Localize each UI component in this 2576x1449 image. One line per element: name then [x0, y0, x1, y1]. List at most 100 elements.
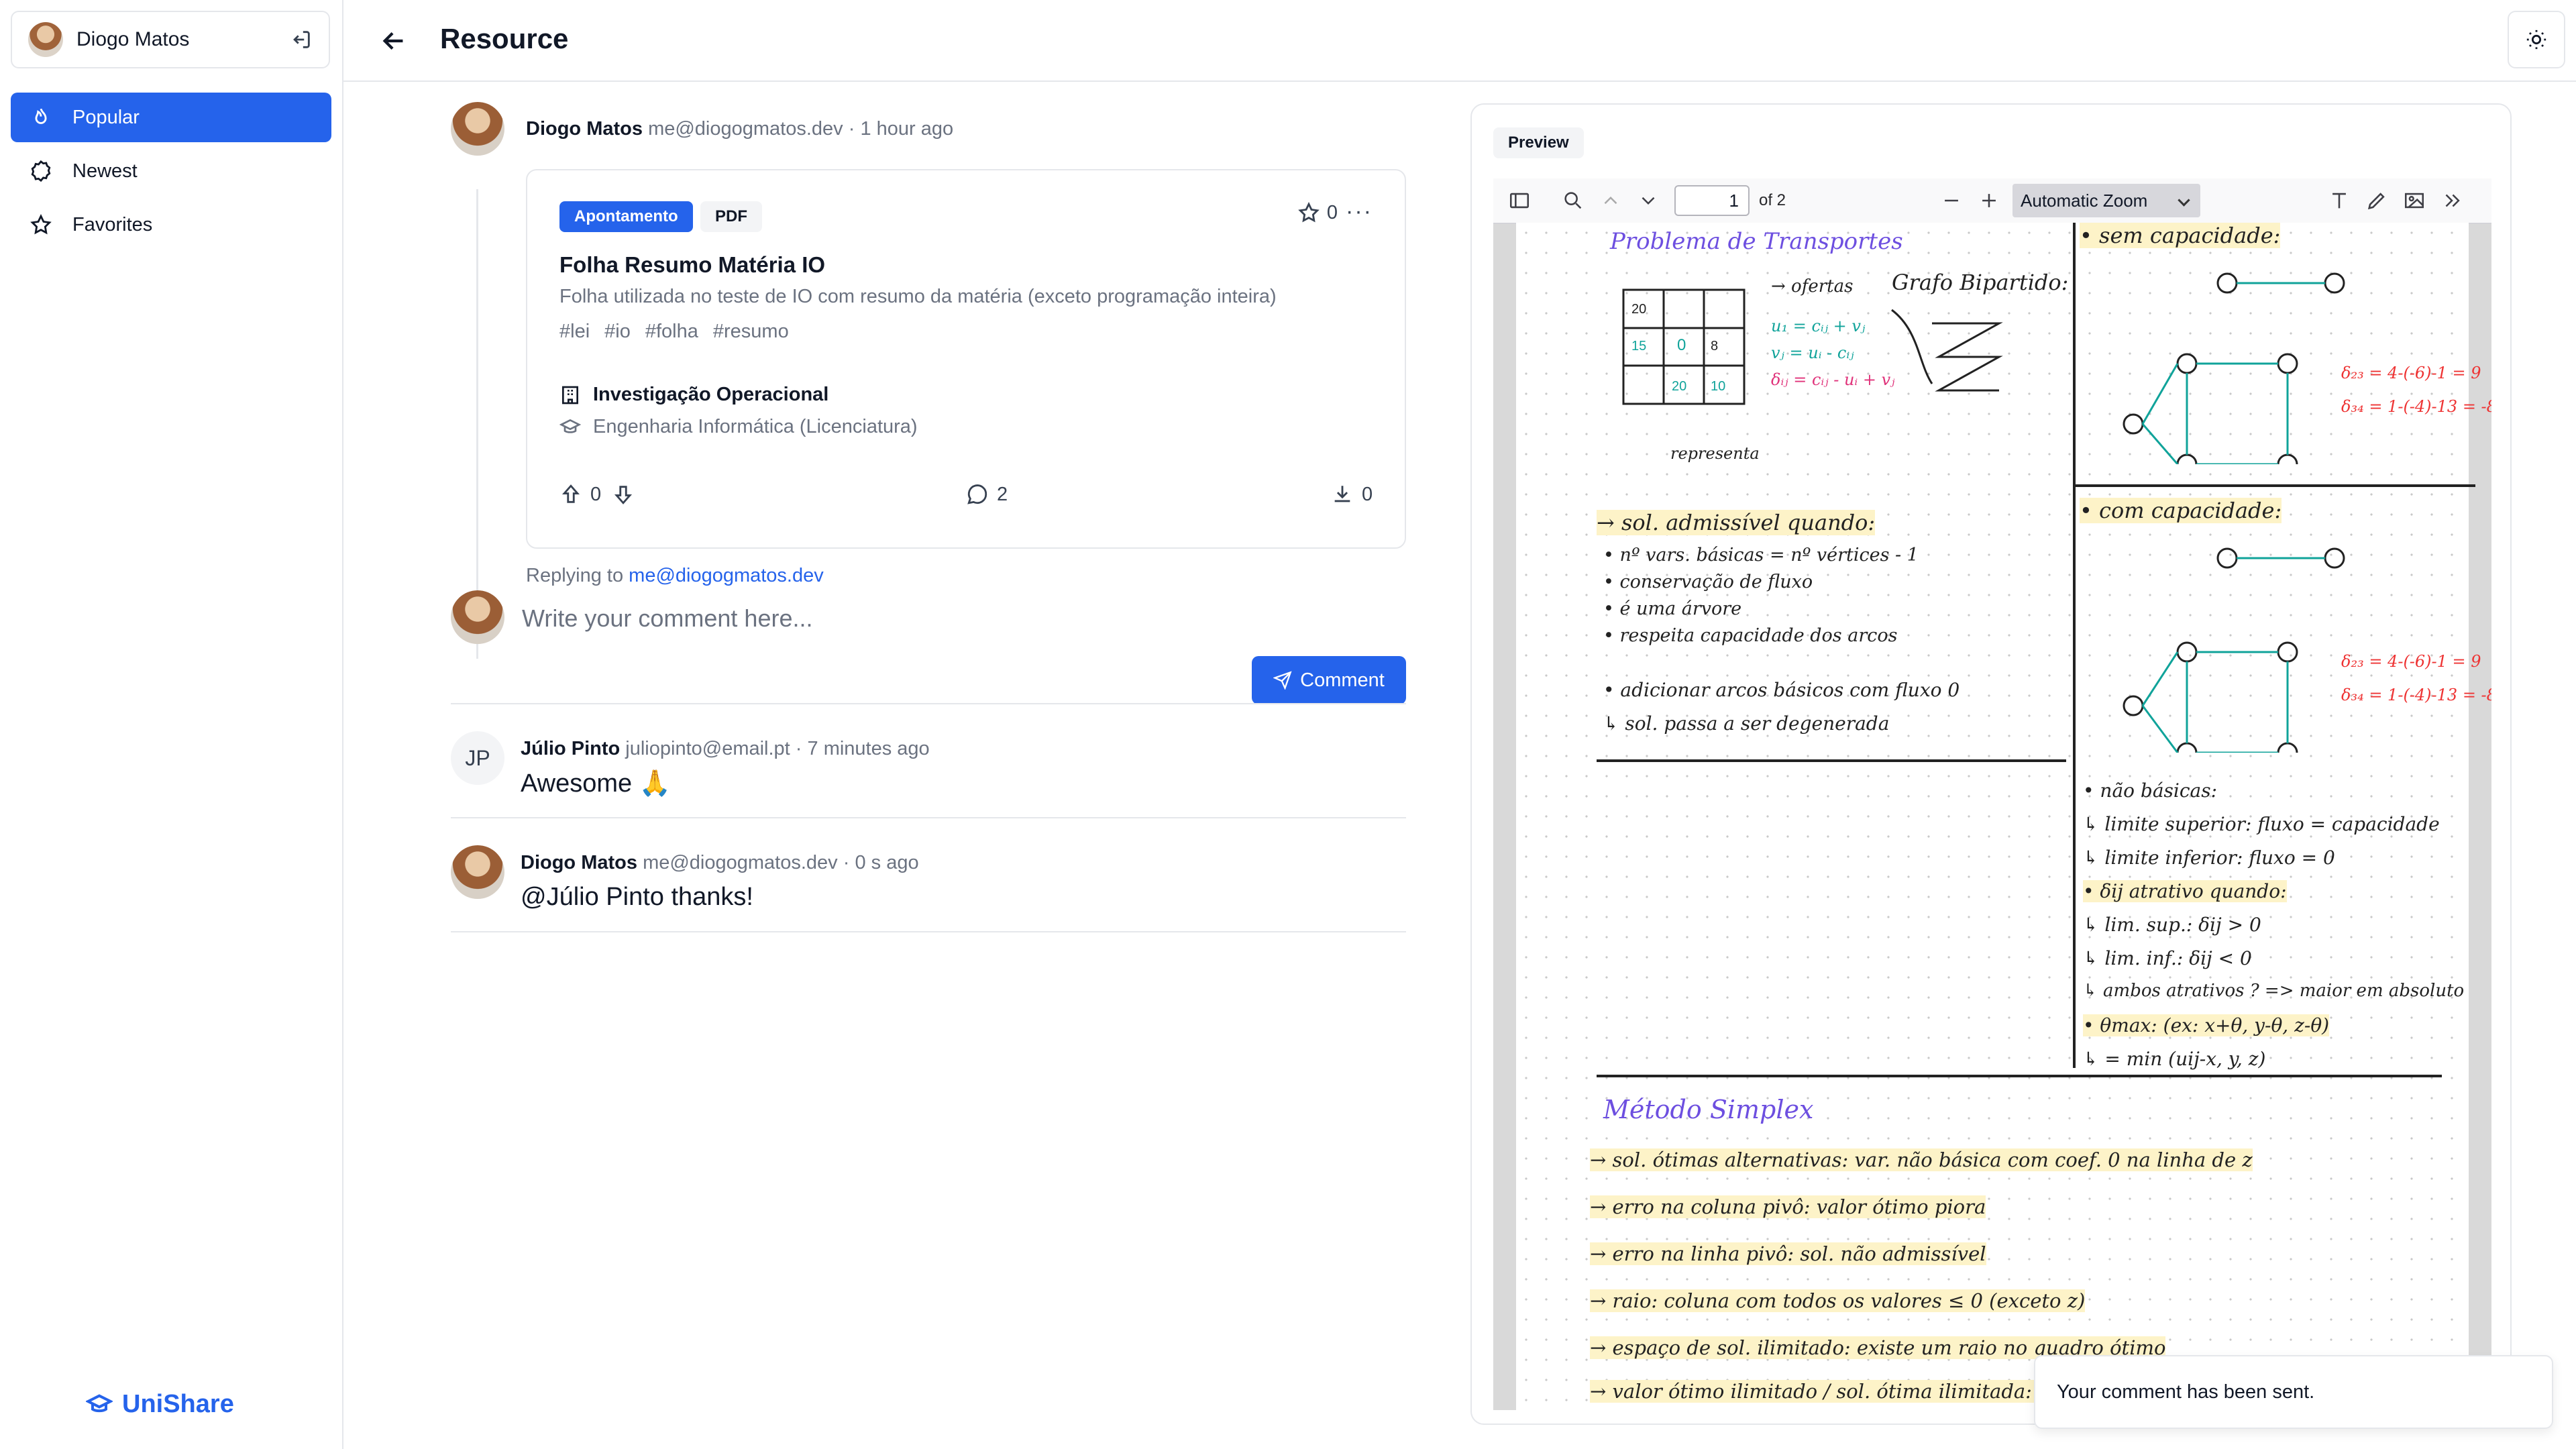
comment-item: Diogo Matos me@diogogmatos.dev · 0 s ago… — [451, 845, 1406, 959]
course-name: Investigação Operacional — [593, 384, 829, 405]
avatar[interactable] — [451, 845, 504, 899]
tag[interactable]: #lei — [559, 321, 590, 343]
sidebar: Diogo Matos Popular Newest Favorites Uni… — [0, 0, 343, 1449]
replying-to: Replying to me@diogogmatos.dev — [526, 565, 824, 587]
back-arrow-icon[interactable] — [378, 25, 409, 56]
upvote-button[interactable]: 0 — [559, 483, 601, 506]
svg-text:0: 0 — [1677, 336, 1686, 354]
badge-icon — [31, 160, 51, 182]
brand-name: UniShare — [122, 1390, 234, 1418]
doc-note: representa — [1670, 444, 1760, 463]
sidebar-toggle-icon[interactable] — [1508, 189, 1531, 212]
doc-text: ↳ lim. inf.: δij < 0 — [2083, 947, 2252, 969]
network-drawing — [2123, 547, 2345, 753]
flame-icon — [35, 108, 47, 124]
logout-icon[interactable] — [290, 28, 313, 51]
download-button[interactable]: 0 — [1331, 483, 1373, 506]
reply-target-link[interactable]: me@diogogmatos.dev — [629, 565, 824, 586]
svg-text:10: 10 — [1711, 379, 1725, 394]
doc-formula: δᵢⱼ = cᵢⱼ - uᵢ + vⱼ — [1771, 370, 1895, 389]
doc-text: • adicionar arcos básicos com fluxo 0 — [1603, 679, 1960, 701]
doc-divider — [1597, 1075, 2442, 1077]
degree-row[interactable]: Engenharia Informática (Licenciatura) — [559, 416, 918, 438]
comment-input[interactable] — [521, 596, 1409, 641]
avatar[interactable] — [451, 102, 504, 156]
graduation-cap-icon — [86, 1393, 113, 1412]
tag[interactable]: #resumo — [713, 321, 789, 343]
doc-text: → sol. ótimas alternativas: var. não bás… — [1590, 1148, 2253, 1171]
doc-text: → erro na coluna pivô: valor ótimo piora — [1590, 1195, 1986, 1218]
doc-subheading: • sem capacidade: — [2080, 223, 2281, 248]
user-name: Diogo Matos — [76, 28, 190, 50]
doc-text: • nº vars. básicas = nº vértices - 1 — [1603, 545, 1919, 566]
post-meta: Diogo Matos me@diogogmatos.dev · 1 hour … — [526, 118, 953, 140]
transport-table-drawing: 20 15 0 20 10 8 — [1622, 288, 1746, 405]
doc-text: → sol. admissível quando: — [1597, 510, 1876, 535]
image-tool-icon[interactable] — [2403, 189, 2426, 212]
zoom-in-icon[interactable] — [1978, 189, 2000, 212]
favorite-button[interactable]: 0 — [1297, 201, 1338, 224]
doc-text: • respeita capacidade dos arcos — [1603, 625, 1898, 646]
arrow-down-icon — [614, 486, 633, 504]
comments-button[interactable]: 2 — [966, 483, 1008, 506]
search-icon[interactable] — [1562, 189, 1585, 212]
doc-text: ↳ limite inferior: fluxo = 0 — [2083, 847, 2335, 869]
comment-author[interactable]: Júlio Pinto — [521, 738, 620, 759]
more-tools-icon[interactable] — [2440, 189, 2463, 212]
divider — [451, 817, 1406, 818]
format-badge: PDF — [700, 201, 762, 232]
comment-button[interactable]: Comment — [1252, 656, 1406, 704]
course-row[interactable]: Investigação Operacional — [559, 384, 828, 406]
zoom-out-icon[interactable] — [1940, 189, 1963, 212]
page-number-input[interactable]: 1 — [1674, 185, 1750, 216]
toast-notification[interactable]: Your comment has been sent. — [2034, 1355, 2553, 1429]
draw-tool-icon[interactable] — [2365, 189, 2388, 212]
post-author[interactable]: Diogo Matos — [526, 118, 643, 140]
brand-logo[interactable]: UniShare — [86, 1390, 234, 1419]
more-options-icon[interactable]: ··· — [1346, 199, 1373, 225]
sidebar-item-label: Newest — [72, 160, 138, 182]
preview-label: Preview — [1493, 127, 1584, 158]
text-tool-icon[interactable] — [2328, 189, 2351, 212]
avatar[interactable]: JP — [451, 731, 504, 785]
pdf-viewer[interactable]: 1 of 2 Automatic Zoom Problema de Transp… — [1493, 178, 2491, 1410]
comment-count: 2 — [997, 483, 1008, 505]
message-circle-icon — [967, 484, 987, 504]
building-icon — [562, 386, 578, 404]
favorite-count: 0 — [1326, 201, 1338, 223]
sidebar-item-favorites[interactable]: Favorites — [11, 200, 331, 250]
sidebar-item-popular[interactable]: Popular — [11, 93, 331, 142]
bipartite-drawing — [1891, 309, 2003, 392]
download-icon — [1334, 486, 1350, 502]
doc-formula: vⱼ = uᵢ - cᵢⱼ — [1771, 343, 1854, 362]
zoom-select[interactable]: Automatic Zoom — [2012, 184, 2201, 217]
user-menu[interactable]: Diogo Matos — [11, 11, 330, 68]
tag[interactable]: #folha — [645, 321, 698, 343]
doc-text: • é uma árvore — [1603, 598, 1742, 619]
downvote-button[interactable] — [612, 483, 643, 506]
doc-text: • não básicas: — [2083, 780, 2218, 802]
divider — [451, 703, 1406, 704]
top-bar: Resource — [343, 0, 2576, 82]
doc-formula: u₁ = cᵢⱼ + vⱼ — [1771, 317, 1866, 335]
avatar — [28, 22, 63, 57]
svg-text:20: 20 — [1631, 302, 1646, 317]
doc-subheading: • com capacidade: — [2080, 498, 2282, 523]
doc-text: → erro na linha pivô: sol. não admissíve… — [1590, 1242, 1986, 1265]
pdf-page: Problema de Transportes 20 15 0 20 10 8 … — [1516, 223, 2491, 1410]
chevron-down-icon[interactable] — [1637, 189, 1660, 212]
replying-prefix: Replying to — [526, 565, 624, 586]
theme-toggle-button[interactable] — [2508, 11, 2565, 68]
page-count: of 2 — [1759, 191, 1786, 209]
resource-description: Folha utilizada no teste de IO com resum… — [559, 286, 1277, 307]
tag[interactable]: #io — [604, 321, 631, 343]
resource-card[interactable]: Apontamento PDF 0 ··· Folha Resumo Matér… — [526, 169, 1406, 549]
chevron-up-icon[interactable] — [1599, 189, 1622, 212]
svg-text:20: 20 — [1672, 379, 1686, 394]
upvote-count: 0 — [590, 483, 602, 505]
doc-text: • θmax: (ex: x+θ, y-θ, z-θ) — [2083, 1014, 2330, 1036]
comment-author[interactable]: Diogo Matos — [521, 852, 637, 873]
send-icon — [1273, 671, 1292, 690]
sidebar-item-newest[interactable]: Newest — [11, 146, 331, 196]
toast-message: Your comment has been sent. — [2057, 1381, 2315, 1403]
